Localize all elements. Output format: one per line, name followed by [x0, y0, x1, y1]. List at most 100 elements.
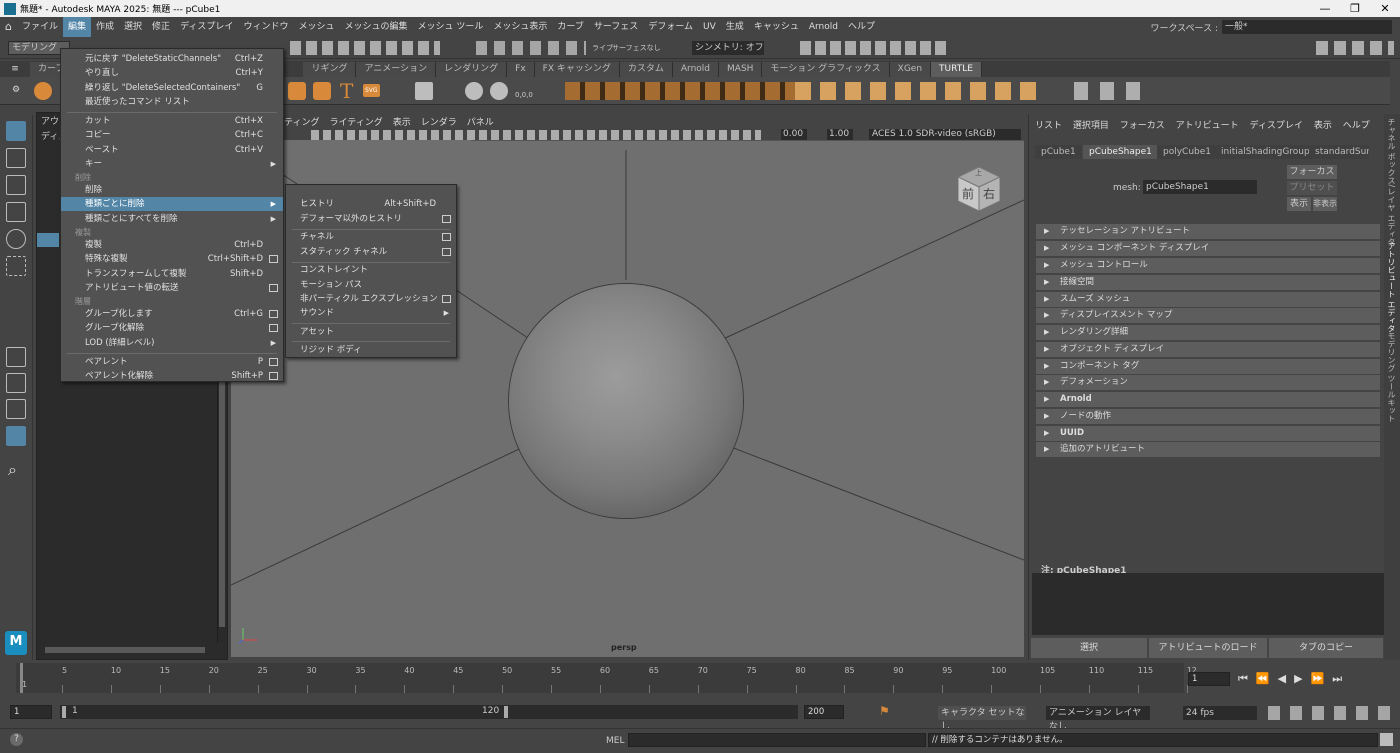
menu-display[interactable]: ディスプレイ [175, 17, 238, 37]
shelf-tab-turtle[interactable]: TURTLE [931, 61, 982, 77]
delete-sounds[interactable]: サウンド ▶ [286, 306, 456, 320]
end-frame-field[interactable]: 200 [804, 705, 844, 719]
render-icons[interactable] [800, 41, 950, 55]
delete-constraints[interactable]: コンストレイント [286, 263, 456, 277]
script-language-toggle[interactable]: MEL [606, 736, 624, 746]
symmetry-select[interactable]: シンメトリ: オフ [692, 41, 764, 55]
edit-undo[interactable]: 元に戻す "DeleteStaticChannels" Ctrl+Z [61, 52, 283, 66]
side-tab-attribute-editor[interactable]: アトリビュート エディタ [1386, 242, 1397, 333]
delete-rigid-bodies[interactable]: リジッド ボディ [286, 343, 456, 357]
play-back-icon[interactable]: ◀ [1278, 672, 1294, 685]
freeze-transform-label[interactable]: 0,0,0 [515, 91, 533, 99]
shelf-tab-animation[interactable]: アニメーション [356, 61, 437, 77]
menu-file[interactable]: ファイル [17, 17, 63, 37]
svg-shelf-icon[interactable]: SVG [363, 84, 380, 97]
attr-section-component-tags[interactable]: ▶ コンポーネント タグ [1036, 359, 1380, 374]
attr-section-extra-attributes[interactable]: ▶ 追加のアトリビュート [1036, 442, 1380, 457]
delete-non-deformer-history[interactable]: デフォーマ以外のヒストリ [286, 212, 456, 226]
edit-delete[interactable]: 削除 [61, 183, 283, 197]
poly-tools-icons[interactable] [565, 82, 795, 100]
attr-section-render-stats[interactable]: ▶ レンダリング詳細 [1036, 325, 1380, 340]
viewport-tool-icons[interactable] [311, 130, 761, 140]
four-view-icon[interactable] [6, 373, 26, 393]
load-attributes-button[interactable]: アトリビュートのロード [1149, 638, 1267, 658]
attr-section-arnold[interactable]: ▶ Arnold [1036, 392, 1380, 407]
option-box-icon[interactable] [269, 310, 278, 318]
fps-select[interactable]: 24 fps [1183, 706, 1257, 720]
edit-duplicate-with-transform[interactable]: トランスフォームして複製 Shift+D [61, 267, 283, 281]
attr-section-deformation[interactable]: ▶ デフォメーション [1036, 375, 1380, 390]
anim-layer-select[interactable]: アニメーション レイヤなし [1046, 706, 1150, 732]
shelf-tab-mash[interactable]: MASH [719, 61, 763, 77]
option-box-icon[interactable] [269, 284, 278, 292]
viewport-menu-show[interactable]: 表示 [388, 115, 416, 128]
show-button[interactable]: 表示 [1287, 197, 1311, 211]
help-icon[interactable]: ? [10, 733, 23, 746]
viewport-menu-shading[interactable]: ティング [279, 115, 324, 128]
edit-duplicate[interactable]: 複製 Ctrl+D [61, 238, 283, 252]
option-box-icon[interactable] [269, 324, 278, 332]
shelf-tab-arnold[interactable]: Arnold [672, 61, 720, 77]
sphere-shelf-icon[interactable] [34, 82, 52, 100]
center-pivot-shelf-icon[interactable] [490, 82, 508, 100]
search-icon[interactable]: ⌕ [8, 460, 17, 480]
script-editor-icon[interactable] [1380, 733, 1393, 746]
command-input[interactable] [628, 733, 926, 747]
menu-curves[interactable]: カーブ [552, 17, 588, 37]
option-box-icon[interactable] [269, 358, 278, 366]
attr-menu-display[interactable]: ディスプレイ [1246, 121, 1307, 131]
shelf-tab-xgen[interactable]: XGen [889, 61, 932, 77]
attr-section-displacement-map[interactable]: ▶ ディスプレイスメント マップ [1036, 308, 1380, 323]
preset-button[interactable]: プリセット [1287, 181, 1337, 195]
step-back-icon[interactable]: ⏪ [1256, 672, 1278, 685]
outliner-layout-icon[interactable] [6, 399, 26, 419]
menu-select[interactable]: 選択 [119, 17, 147, 37]
outliner-row-selected[interactable] [37, 233, 59, 247]
edit-parent[interactable]: ペアレント P [61, 355, 283, 369]
menu-mesh[interactable]: メッシュ [293, 17, 339, 37]
viewport-menu-renderer[interactable]: レンダラ [416, 115, 462, 128]
attr-section-object-display[interactable]: ▶ オブジェクト ディスプレイ [1036, 342, 1380, 357]
option-box-icon[interactable] [269, 372, 278, 380]
copy-tab-button[interactable]: タブのコピー [1269, 638, 1383, 658]
home-icon[interactable]: ⌂ [0, 17, 17, 37]
workspace-select[interactable]: 一般* [1222, 20, 1392, 34]
delete-history[interactable]: ヒストリ Alt+Shift+D [286, 197, 456, 211]
menu-mesh-display[interactable]: メッシュ表示 [488, 17, 552, 37]
edit-unparent[interactable]: ペアレント化解除 Shift+P [61, 369, 283, 383]
shelf-tab-fx-caching[interactable]: FX キャッシング [534, 61, 620, 77]
select-mode-icons[interactable] [290, 41, 440, 55]
mesh-name-field[interactable]: pCubeShape1 [1143, 180, 1257, 194]
menu-surfaces[interactable]: サーフェス [589, 17, 643, 37]
helix-shelf-icon[interactable] [313, 82, 331, 100]
delete-channels[interactable]: チャネル [286, 230, 456, 244]
attr-section-mesh-component-display[interactable]: ▶ メッシュ コンポーネント ディスプレイ [1036, 241, 1380, 256]
edit-keys[interactable]: キー ▶ [61, 157, 283, 171]
menu-cache[interactable]: キャッシュ [749, 17, 804, 37]
attr-menu-focus[interactable]: フォーカス [1116, 121, 1169, 131]
range-slider[interactable]: 1 120 [60, 705, 798, 719]
snap-icons[interactable] [476, 41, 586, 55]
attr-tab-polycube1[interactable]: polyCube1 [1157, 145, 1218, 159]
edit-repeat[interactable]: 繰り返し "DeleteSelectedContainers" G [61, 81, 283, 95]
single-view-icon[interactable] [6, 347, 26, 367]
attr-tab-standardsurface[interactable]: standardSur [1309, 145, 1369, 159]
menu-arnold[interactable]: Arnold [804, 17, 843, 37]
panel-toggle-icons[interactable] [1316, 41, 1394, 55]
edit-delete-by-type[interactable]: 種類ごとに削除 ▶ [61, 197, 283, 211]
start-frame-field[interactable]: 1 [10, 705, 52, 719]
shelf-tab-motion-graphics[interactable]: モーション グラフィックス [762, 61, 890, 77]
text-shelf-icon[interactable]: T [340, 79, 353, 103]
menu-modify[interactable]: 修正 [147, 17, 175, 37]
step-forward-icon[interactable]: ⏩ [1311, 672, 1333, 685]
current-frame-field[interactable]: 1 [1188, 672, 1230, 686]
rotate-tool-icon[interactable] [6, 229, 26, 249]
menu-uv[interactable]: UV [698, 17, 721, 37]
menu-edit-mesh[interactable]: メッシュの編集 [339, 17, 412, 37]
playback-controls[interactable]: ⏮⏪◀▶⏩⏭ [1238, 672, 1398, 686]
shelf-tab-rigging[interactable]: リギング [303, 61, 357, 77]
select-button[interactable]: 選択 [1031, 638, 1147, 658]
delete-static-channels[interactable]: スタティック チャネル [286, 245, 456, 259]
attr-section-tessellation[interactable]: ▶ テッセレーション アトリビュート [1036, 224, 1380, 239]
select-tool-icon[interactable] [6, 121, 26, 141]
